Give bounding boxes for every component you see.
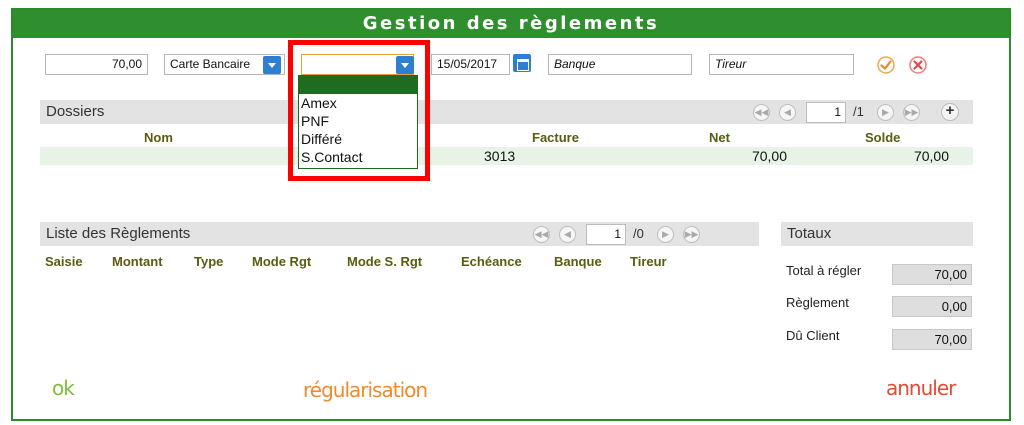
payment-window: Gestion des règlements 70,00 Carte Banca… [11,8,1011,421]
col-net: Net [709,130,730,145]
dossiers-title: Dossiers [46,103,105,120]
next-page-icon[interactable]: ▶ [877,104,894,121]
dossiers-page-input[interactable]: 1 [806,102,846,123]
regularisation-button[interactable]: régularisation [303,378,428,402]
annuler-button[interactable]: annuler [886,376,956,400]
col-echeance: Echéance [461,254,522,269]
table-row[interactable]: 3013 70,00 70,00 [40,147,973,165]
calendar-icon[interactable] [513,54,531,72]
dossiers-page-total: /1 [853,104,864,119]
row-facture: 3013 [484,148,516,164]
ok-button[interactable]: ok [52,376,75,400]
reglements-title: Liste des Règlements [46,225,191,242]
row-solde: 70,00 [913,148,949,164]
totaux-title: Totaux [787,225,832,242]
reglements-header: Liste des Règlements [40,222,759,246]
date-input[interactable]: 15/05/2017 [431,54,510,75]
col-type: Type [194,254,224,269]
total-a-regler-label: Total à régler [786,263,862,278]
amount-input[interactable]: 70,00 [45,54,148,75]
payment-mode-dropdown-icon[interactable] [263,56,281,74]
highlight-box [288,40,430,181]
window-title: Gestion des règlements [13,10,1009,38]
du-client-value: 70,00 [892,329,972,350]
next-page-icon[interactable]: ▶ [657,226,674,243]
col-banque: Banque [554,254,602,269]
col-mode-s-rgt: Mode S. Rgt [347,254,423,269]
reglement-label: Règlement [786,295,849,310]
col-nom: Nom [144,130,173,145]
col-mode-rgt: Mode Rgt [252,254,312,269]
col-saisie: Saisie [45,254,83,269]
prev-page-icon[interactable]: ◀ [559,226,576,243]
cancel-entry-icon[interactable] [909,56,927,74]
first-page-icon[interactable]: ◀◀ [753,104,770,121]
last-page-icon[interactable]: ▶▶ [903,104,920,121]
col-facture: Facture [532,130,579,145]
reglement-value: 0,00 [892,296,972,317]
payment-mode-value: Carte Bancaire [170,57,251,71]
du-client-label: Dû Client [786,328,840,343]
validate-icon[interactable] [877,56,895,74]
total-a-regler-value: 70,00 [892,264,972,285]
col-solde: Solde [865,130,901,145]
totaux-header: Totaux [781,222,973,246]
first-page-icon[interactable]: ◀◀ [533,226,550,243]
bank-input[interactable]: Banque [548,54,692,75]
last-page-icon[interactable]: ▶▶ [683,226,700,243]
prev-page-icon[interactable]: ◀ [779,104,796,121]
col-tireur: Tireur [630,254,667,269]
col-montant: Montant [112,254,163,269]
reglements-page-input[interactable]: 1 [586,224,626,245]
reglements-page-total: /0 [633,226,644,241]
drawer-input[interactable]: Tireur [709,54,854,75]
add-dossier-icon[interactable]: + [941,103,959,121]
row-net: 70,00 [751,148,787,164]
